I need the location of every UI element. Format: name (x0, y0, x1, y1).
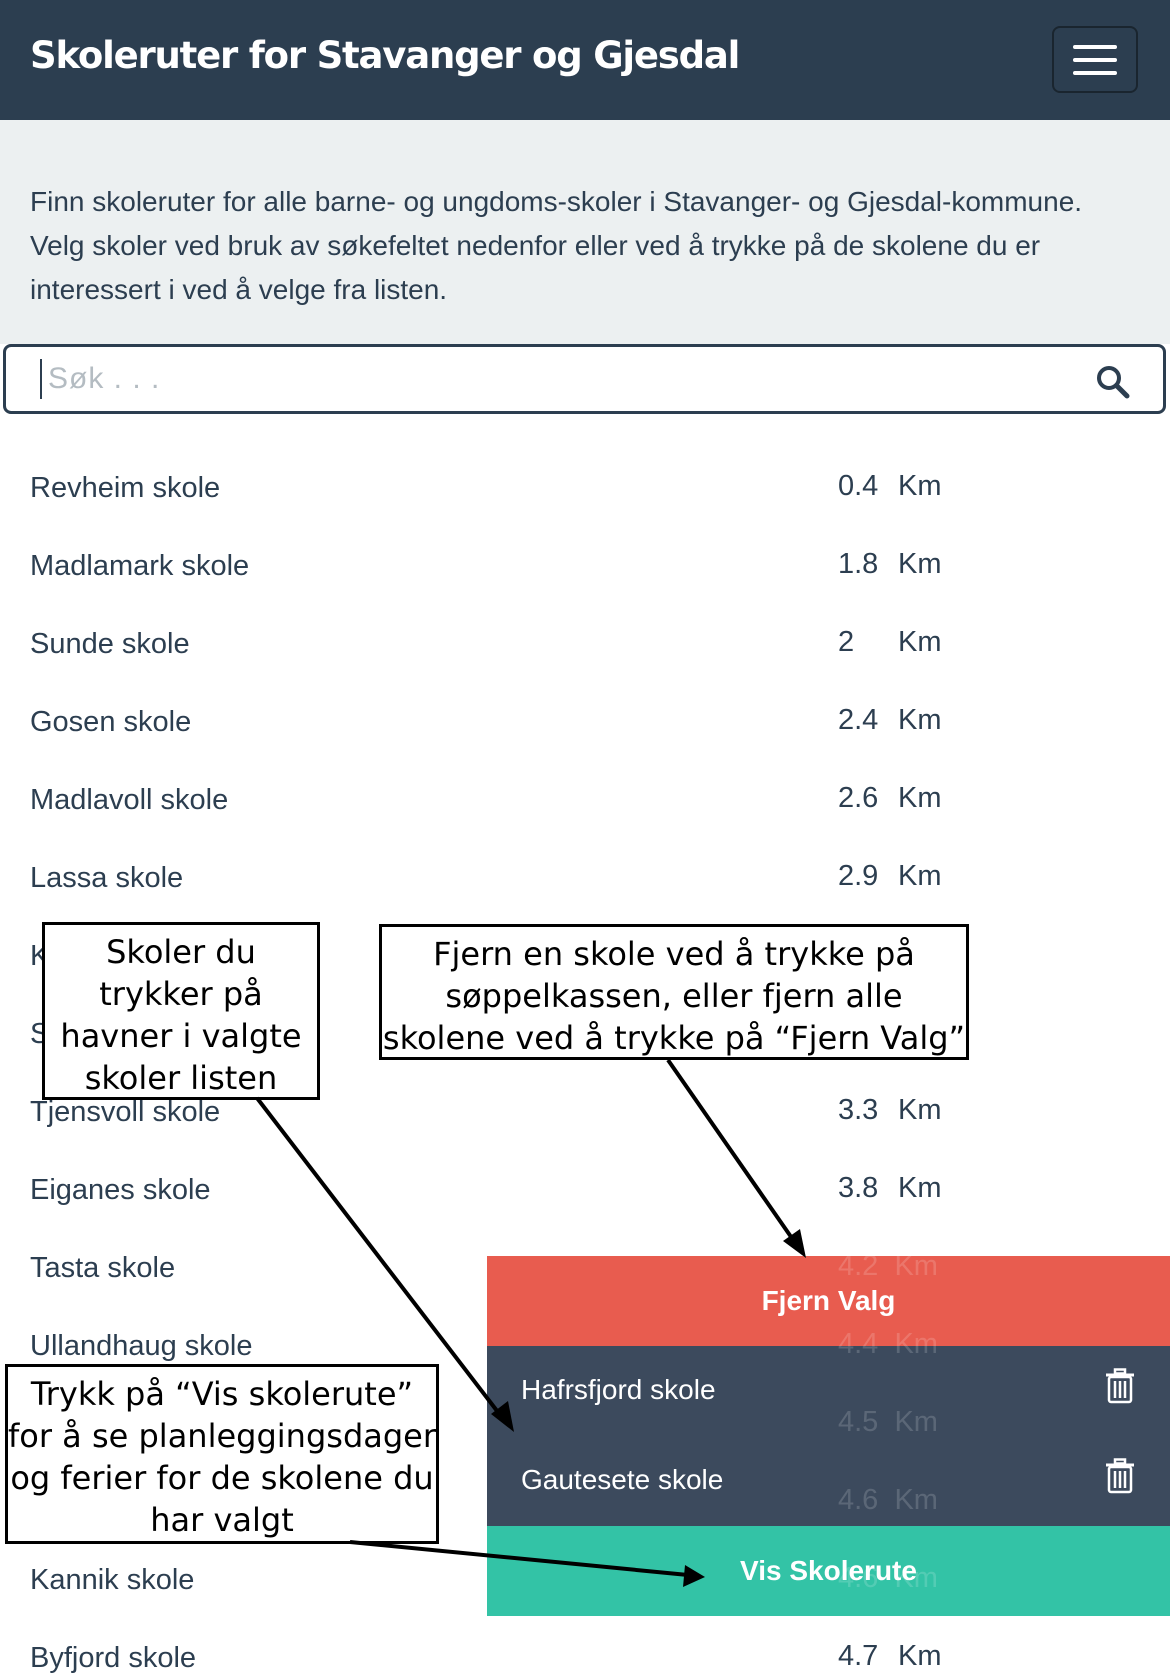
clear-selection-button[interactable]: Fjern Valg (487, 1256, 1170, 1346)
school-distance: 0.4 (838, 470, 879, 502)
school-name: Tasta skole (30, 1252, 176, 1284)
school-name: Madlamark skole (30, 550, 250, 582)
trash-icon[interactable] (1104, 1458, 1136, 1494)
school-name: Madlavoll skole (30, 784, 229, 816)
school-name: Sunde skole (30, 628, 190, 660)
school-name: Tjensvoll skole (30, 1096, 221, 1128)
school-row[interactable]: Gosen skole 2.4 Km (0, 684, 1170, 762)
school-name: Ullandhaug skole (30, 1330, 253, 1362)
school-distance-unit: Km (898, 1640, 942, 1672)
search-input[interactable] (40, 359, 1040, 399)
school-distance-unit: Km (898, 704, 942, 736)
school-name: Lassa skole (30, 862, 184, 894)
school-distance: 1.8 (838, 548, 879, 580)
callout-remove-hint: Fjern en skole ved å trykke på søppelkas… (379, 924, 969, 1060)
selected-school-item: Gautesete skole (487, 1436, 1170, 1526)
school-distance-unit: Km (898, 626, 942, 658)
selected-school-item: Hafrsfjord skole (487, 1346, 1170, 1436)
school-name: Revheim skole (30, 472, 221, 504)
school-name: Eiganes skole (30, 1174, 211, 1206)
school-row[interactable]: Lassa skole 2.9 Km (0, 840, 1170, 918)
school-distance: 2 (838, 626, 855, 658)
school-distance: 2.6 (838, 782, 879, 814)
school-name: Gosen skole (30, 706, 192, 738)
school-distance-unit: Km (898, 860, 942, 892)
school-row[interactable]: Sunde skole 2 Km (0, 606, 1170, 684)
school-row[interactable]: Madlavoll skole 2.6 Km (0, 762, 1170, 840)
school-distance-unit: Km (898, 782, 942, 814)
trash-icon[interactable] (1104, 1368, 1136, 1404)
intro-text: Finn skoleruter for alle barne- og ungdo… (30, 186, 1083, 305)
callout-list-hint: Skoler du trykker på havner i valgte sko… (42, 922, 320, 1100)
navbar: Skoleruter for Stavanger og Gjesdal (0, 0, 1170, 120)
callout-show-hint: Trykk på “Vis skolerute” for å se planle… (5, 1364, 439, 1544)
school-row[interactable]: Eiganes skole 3.8 Km (0, 1152, 1170, 1230)
school-row[interactable]: Byfjord skole 4.7 Km (0, 1620, 1170, 1676)
app-title: Skoleruter for Stavanger og Gjesdal (30, 34, 740, 77)
school-distance: 2.9 (838, 860, 879, 892)
school-distance: 3.8 (838, 1172, 879, 1204)
school-distance: 2.4 (838, 704, 879, 736)
hidden-distance: 4.6 Km (838, 1484, 938, 1516)
show-school-calendar-button[interactable]: Vis Skolerute (487, 1526, 1170, 1616)
intro-panel: Finn skoleruter for alle barne- og ungdo… (0, 120, 1170, 344)
school-distance: 3.3 (838, 1094, 879, 1126)
school-distance: 4.7 (838, 1640, 879, 1672)
hamburger-menu-button[interactable] (1052, 26, 1138, 93)
selected-school-name: Gautesete skole (521, 1464, 724, 1495)
school-distance-unit: Km (898, 470, 942, 502)
search-box[interactable] (3, 344, 1166, 414)
selected-school-name: Hafrsfjord skole (521, 1374, 716, 1405)
school-distance-unit: Km (898, 1094, 942, 1126)
hidden-distance: 4.5 Km (838, 1406, 938, 1438)
school-row[interactable]: Madlamark skole 1.8 Km (0, 528, 1170, 606)
hidden-distance: 4.6 Km (838, 1562, 938, 1594)
school-row[interactable]: Revheim skole 0.4 Km (0, 450, 1170, 528)
school-distance-unit: Km (898, 548, 942, 580)
hidden-distance: 4.4 Km (838, 1328, 938, 1360)
school-name: Kannik skole (30, 1564, 195, 1596)
school-distance-unit: Km (898, 1172, 942, 1204)
school-name: Byfjord skole (30, 1642, 197, 1674)
search-icon[interactable] (1095, 364, 1131, 400)
hidden-distance: 4.2 Km (838, 1250, 938, 1282)
